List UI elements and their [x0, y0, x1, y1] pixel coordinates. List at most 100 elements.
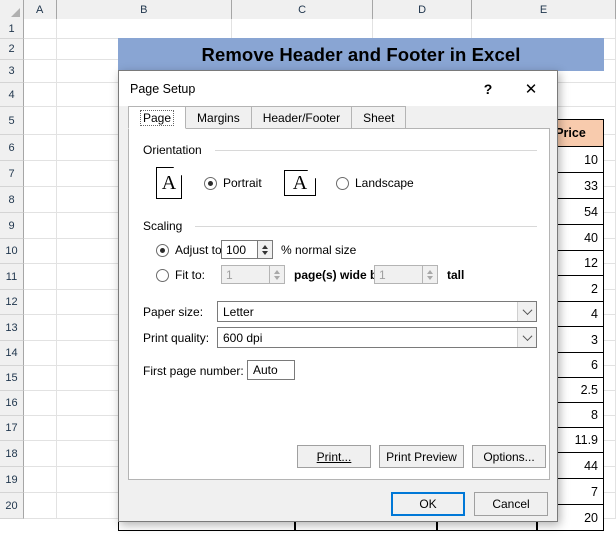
grid-cell[interactable] [24, 416, 57, 440]
spinner-down-icon[interactable] [274, 275, 280, 280]
column-header-a[interactable]: A [23, 0, 57, 19]
orientation-group-label: Orientation [143, 143, 207, 157]
grid-cell[interactable] [373, 19, 473, 38]
fit-to-wide-spinner[interactable]: 1 [221, 265, 285, 284]
tab-margins[interactable]: Margins [185, 106, 252, 129]
landscape-radio[interactable] [336, 176, 349, 190]
column-header-d[interactable]: D [372, 0, 473, 19]
scaling-group-label: Scaling [143, 219, 188, 233]
grid-cell[interactable] [24, 315, 57, 340]
row-header-7[interactable]: 7 [0, 161, 24, 187]
fit-to-tall-input[interactable]: 1 [374, 265, 423, 284]
adjust-to-input[interactable]: 100 [221, 240, 258, 259]
grid-cell[interactable] [24, 441, 57, 466]
row-header-4[interactable]: 4 [0, 83, 24, 107]
print-preview-button[interactable]: Print Preview [379, 445, 464, 468]
fit-to-tall-spin-buttons[interactable] [423, 265, 438, 284]
fit-to-wide-spin-buttons[interactable] [270, 265, 285, 284]
print-quality-dropdown-button[interactable] [517, 328, 536, 347]
portrait-fold-corner-icon [173, 167, 182, 176]
grid-cell[interactable] [24, 341, 57, 365]
spinner-up-icon[interactable] [262, 244, 268, 249]
grid-cell[interactable] [24, 493, 57, 518]
orientation-group-rule [215, 150, 537, 151]
row-header-18[interactable]: 18 [0, 441, 24, 467]
row-header-8[interactable]: 8 [0, 187, 24, 213]
grid-cell[interactable] [24, 19, 57, 38]
paper-size-value: Letter [223, 304, 254, 319]
fit-to-tall-spinner[interactable]: 1 [374, 265, 438, 284]
grid-cell[interactable] [24, 60, 57, 82]
fit-to-wide-input[interactable]: 1 [221, 265, 270, 284]
grid-cell[interactable] [24, 467, 57, 492]
grid-cell[interactable] [24, 366, 57, 390]
landscape-page-icon[interactable]: A [284, 170, 316, 196]
select-all-corner[interactable] [0, 0, 24, 19]
portrait-page-icon[interactable]: A [156, 167, 182, 199]
spinner-up-icon[interactable] [427, 269, 433, 274]
row-header-3[interactable]: 3 [0, 60, 24, 83]
tab-header-footer[interactable]: Header/Footer [250, 106, 353, 129]
grid-cell[interactable] [232, 19, 374, 38]
grid-cell[interactable] [24, 213, 57, 238]
landscape-radio-row[interactable]: Landscape [336, 176, 414, 190]
print-quality-combobox[interactable]: 600 dpi [217, 327, 537, 348]
grid-cell[interactable] [24, 264, 57, 289]
spinner-up-icon[interactable] [274, 269, 280, 274]
grid-cell[interactable] [24, 135, 57, 160]
tab-page[interactable]: Page [128, 106, 187, 129]
paper-size-combobox[interactable]: Letter [217, 301, 537, 322]
grid-cell[interactable] [24, 83, 57, 106]
grid-cell[interactable] [57, 19, 233, 38]
options-button[interactable]: Options... [472, 445, 546, 468]
page-setup-dialog: Page Setup ? ✕ Page Margins Header/Foote… [118, 70, 558, 522]
ok-button[interactable]: OK [391, 492, 465, 516]
row-header-2[interactable]: 2 [0, 39, 24, 60]
grid-cell[interactable] [24, 187, 57, 212]
grid-cell[interactable] [24, 239, 57, 263]
row-header-6[interactable]: 6 [0, 135, 24, 161]
portrait-radio[interactable] [204, 176, 217, 190]
row-header-16[interactable]: 16 [0, 391, 24, 416]
row-header-1[interactable]: 1 [0, 19, 24, 39]
print-button[interactable]: Print... [297, 445, 371, 468]
adjust-to-radio-row[interactable]: Adjust to: [156, 243, 225, 257]
tab-page-label: Page [140, 109, 175, 126]
grid-cell[interactable] [24, 391, 57, 415]
grid-cell[interactable] [24, 39, 57, 59]
row-header-10[interactable]: 10 [0, 239, 24, 264]
paper-size-dropdown-button[interactable] [517, 302, 536, 321]
column-header-c[interactable]: C [232, 0, 373, 19]
tab-sheet[interactable]: Sheet [351, 106, 407, 129]
adjust-to-radio[interactable] [156, 243, 169, 257]
spinner-down-icon[interactable] [262, 250, 268, 255]
adjust-to-spin-buttons[interactable] [258, 240, 273, 259]
row-header-15[interactable]: 15 [0, 366, 24, 391]
help-icon[interactable]: ? [473, 71, 503, 106]
row-header-5[interactable]: 5 [0, 107, 24, 135]
print-preview-button-label: Print Preview [386, 449, 457, 464]
row-header-9[interactable]: 9 [0, 213, 24, 239]
row-header-13[interactable]: 13 [0, 315, 24, 341]
column-header-e[interactable]: E [472, 0, 616, 19]
row-header-11[interactable]: 11 [0, 264, 24, 290]
row-header-17[interactable]: 17 [0, 416, 24, 441]
fit-to-radio-row[interactable]: Fit to: [156, 268, 205, 282]
close-icon[interactable]: ✕ [511, 71, 551, 106]
first-page-number-input[interactable]: Auto [247, 360, 295, 380]
cancel-button[interactable]: Cancel [474, 492, 548, 516]
fit-to-radio[interactable] [156, 268, 169, 282]
portrait-radio-row[interactable]: Portrait [204, 176, 262, 190]
grid-cell[interactable] [472, 19, 616, 38]
row-header-14[interactable]: 14 [0, 341, 24, 366]
spinner-down-icon[interactable] [427, 275, 433, 280]
row-header-20[interactable]: 20 [0, 493, 24, 519]
grid-cell[interactable] [24, 290, 57, 314]
row-header-19[interactable]: 19 [0, 467, 24, 493]
row-header-12[interactable]: 12 [0, 290, 24, 315]
grid-cell[interactable] [24, 107, 57, 134]
grid-cell[interactable] [24, 161, 57, 186]
page-tab-panel: Orientation A Portrait A Landscape Scali… [128, 128, 550, 480]
adjust-to-spinner[interactable]: 100 [221, 240, 273, 259]
column-header-b[interactable]: B [56, 0, 233, 19]
